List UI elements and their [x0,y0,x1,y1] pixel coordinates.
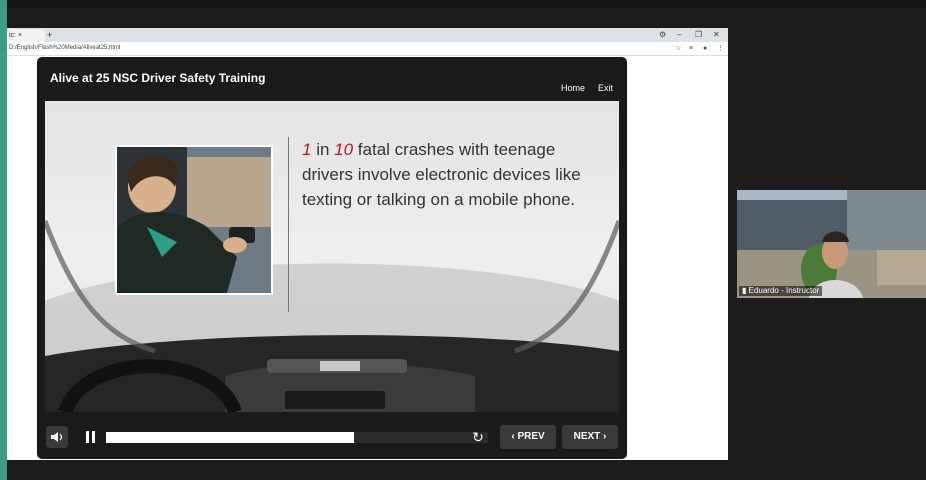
next-button[interactable]: NEXT › [562,425,618,449]
participant-name: ▮ Eduardo - Instructor [739,286,823,296]
course-title: Alive at 25 NSC Driver Safety Training [50,71,266,85]
signal-icon: ▮ [742,286,749,295]
slide-content: 1 in 10 fatal crashes with teenage drive… [45,101,619,412]
extension-icon[interactable]: ⚙ [659,28,666,42]
participant-name-text: Eduardo - Instructor [748,286,820,295]
player-controls: ↻ ‹ PREV NEXT › [37,419,627,455]
menu-icon[interactable]: ⋮ [717,42,724,55]
window-accent-bar [0,0,7,480]
pause-icon[interactable] [81,426,101,448]
url-text: D:/English/Flash%20Media/Aliveat25.html [9,45,121,51]
top-bar [7,0,926,8]
statement-connector: in [311,140,335,159]
star-icon[interactable]: ☆ [675,42,681,55]
slide-divider [288,137,289,312]
progress-bar[interactable] [106,432,354,443]
home-link[interactable]: Home [561,83,585,93]
next-chevron-icon: › [600,431,607,442]
next-label: NEXT [573,431,601,442]
media-icon[interactable]: ≡ [689,42,693,55]
tab-label: ic: [9,32,18,39]
minimize-button[interactable]: – [677,28,681,42]
volume-icon[interactable] [46,426,68,448]
tab-close-icon[interactable]: × [18,32,22,39]
tab-strip: ic: × + ⚙ – ❐ ✕ [7,28,728,42]
exit-link[interactable]: Exit [598,83,613,93]
new-tab-button[interactable]: + [47,28,52,42]
prev-button[interactable]: ‹ PREV [500,425,556,449]
browser-tab[interactable]: ic: × [7,29,45,42]
replay-icon[interactable]: ↻ [467,426,489,448]
course-player: Alive at 25 NSC Driver Safety Training H… [37,57,627,459]
close-window-button[interactable]: ✕ [713,28,720,42]
statistic-denominator: 10 [334,140,354,159]
profile-icon[interactable]: ● [703,42,707,55]
prev-label: PREV [517,431,545,442]
instructor-webcam: ▮ Eduardo - Instructor [737,190,926,298]
teen-texting-photo [115,145,273,295]
slide-statement: 1 in 10 fatal crashes with teenage drive… [302,137,602,212]
maximize-button[interactable]: ❐ [695,28,702,42]
webcam-video [737,190,926,298]
address-bar[interactable]: D:/English/Flash%20Media/Aliveat25.html … [7,42,728,56]
